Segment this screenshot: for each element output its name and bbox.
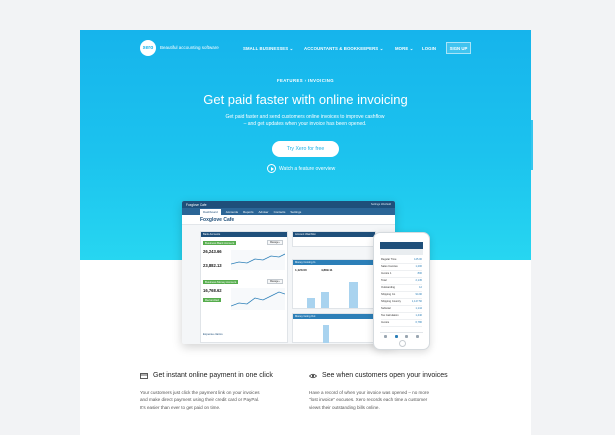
feature-online-payment: Get instant online payment in one click … [140,372,310,411]
account-sparkline [231,288,285,310]
phone-mockup: Regular Time 145.00 Sales Invoices 1,200 Inv… [373,232,430,350]
hero-subheading: Get paid faster and send customers onlin… [225,114,385,127]
tab-adviser: Adviser [258,209,269,214]
bank-accounts-card: Bank Accounts Business Bank Account Mana… [200,231,288,343]
phone-tabbar [380,332,423,339]
payment-card-icon [140,372,148,379]
account-sparkline [231,250,285,270]
dashboard-tabs: Dashboard Accounts Reports Adviser Conta… [182,208,395,215]
tab-dashboard: Dashboard [200,208,221,215]
tab-accounts: Accounts [225,209,239,214]
phone-list-item: Invoice 1 800 [381,272,422,278]
user-name: Settings Wenfield [370,203,391,206]
phone-list-item: Sales Invoices 1,200 [381,265,422,271]
signup-button[interactable]: SIGN UP [446,42,471,54]
tab-contacts: Contacts [273,209,286,214]
feature-description: Have a record of when your invoice was o… [309,390,430,410]
top-nav: xero Beautiful accounting software SMALL… [80,36,531,60]
phone-list-item: Tax Calculation 1,440 [381,314,422,320]
phone-search [380,249,423,255]
dashboard-mockup: Foxglove Cafe Settings Wenfield Dashboar… [182,201,395,344]
phone-list-item: Regular Time 145.00 [381,258,422,264]
tagline: Beautiful accounting software [160,45,219,50]
phone-list-item: Subtotal 1,144 [381,307,422,313]
try-free-button[interactable]: Try Xero for free [272,141,339,157]
watchlist-card: Account Watchlist [292,231,376,247]
tab-settings: Settings [290,209,302,214]
feature-title: See when customers open your invoices [322,372,448,379]
phone-list-item: Shipping Co 94.90 [381,293,422,299]
tab-reports: Reports [243,209,254,214]
nav-login[interactable]: LOGIN [422,46,436,51]
breadcrumb[interactable]: FEATURES › INVOICING [80,78,531,83]
org-name: Foxglove Cafe [186,202,207,207]
feature-description: Your customers just click the payment li… [140,390,260,410]
phone-home-button [399,340,406,347]
eye-icon [309,372,317,379]
dashboard-title: Foxglove Cafe [182,215,395,225]
phone-list-item: Shipping Country 1,147.50 [381,300,422,306]
feature-invoice-tracking: See when customers open your invoices Ha… [309,372,479,411]
phone-list-item: Outstanding 12 [381,286,422,292]
page: xero Beautiful accounting software SMALL… [80,30,531,435]
money-in-card: Money Coming In 1,120.00 4,889.11 [292,259,376,309]
money-out-card: Money Going Out [292,313,376,343]
nav-small-businesses[interactable]: SMALL BUSINESSES ⌄ [243,46,293,52]
nav-more[interactable]: MORE ⌄ [395,46,413,52]
nav-accountants[interactable]: ACCOUNTANTS & BOOKKEEPERS ⌄ [304,46,383,52]
page-title: Get paid faster with online invoicing [203,92,408,107]
money-in-bars [297,276,373,308]
watch-overview-link[interactable]: Watch a feature overview [267,164,335,173]
feature-title: Get instant online payment in one click [153,372,273,379]
xero-logo[interactable]: xero [140,40,156,56]
phone-list-item: Total 2,145 [381,279,422,285]
play-icon [267,164,276,173]
phone-list-item: Invoice 6,780 [381,321,422,327]
